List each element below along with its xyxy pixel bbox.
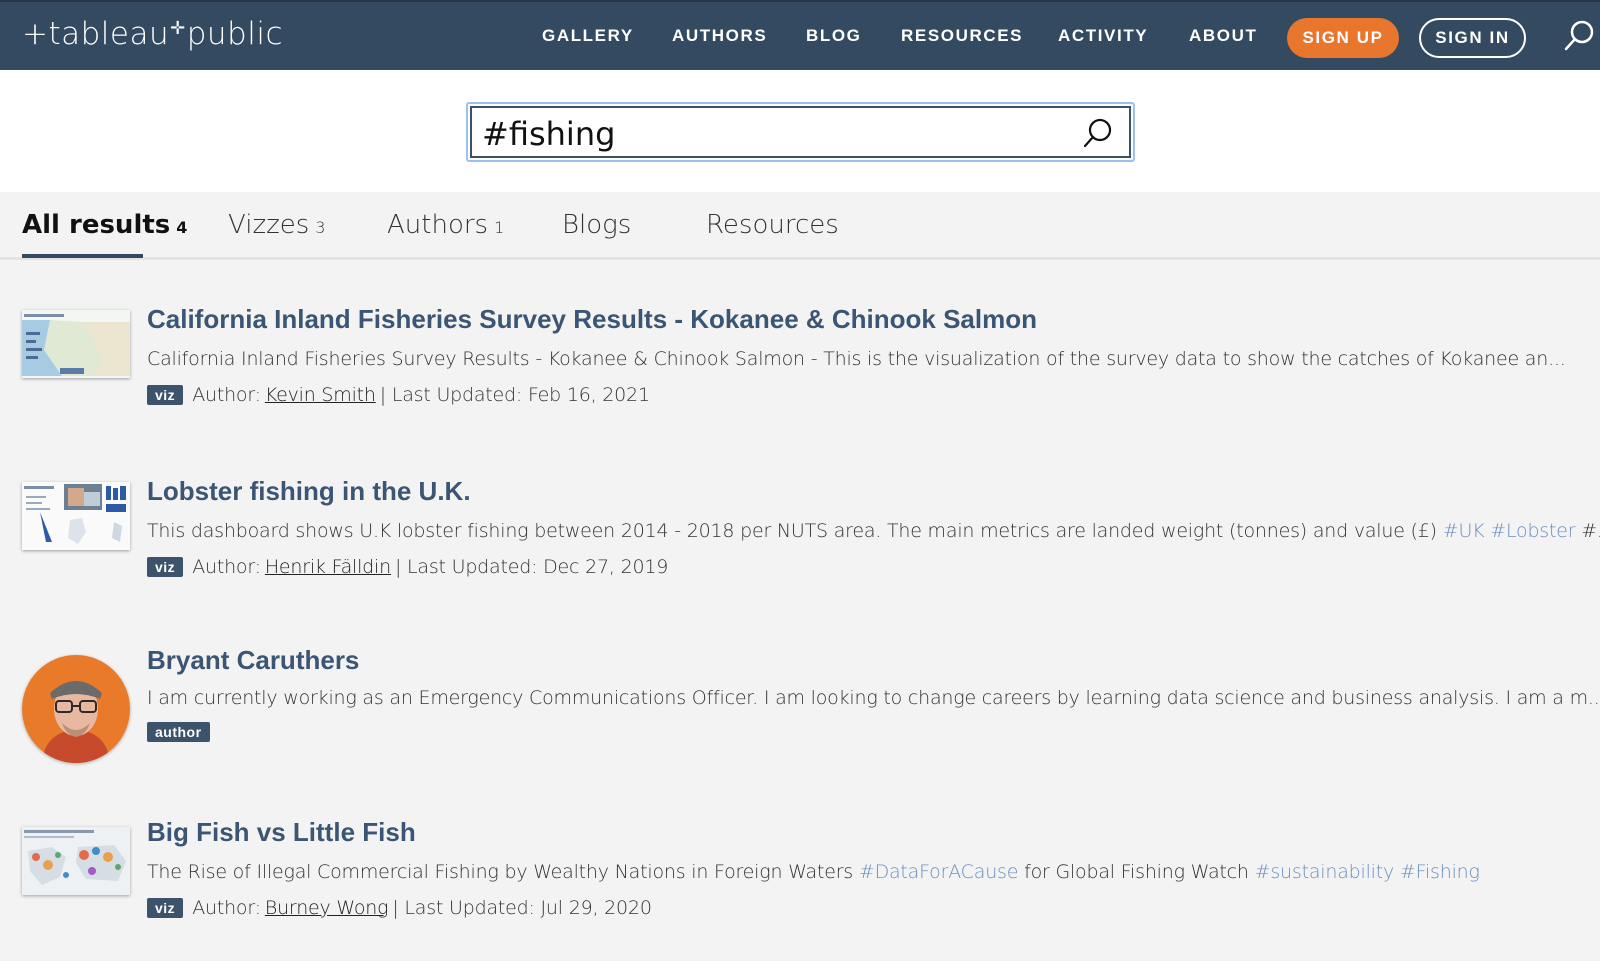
search-submit-icon[interactable] [1081, 116, 1115, 150]
nav-gallery[interactable]: GALLERY [542, 26, 634, 46]
author-prefix: Author: [192, 897, 261, 919]
tab-label: All results [22, 210, 171, 240]
author-prefix: Author: [192, 384, 261, 406]
viz-thumbnail[interactable] [22, 310, 130, 378]
tab-label: Vizzes [228, 210, 310, 240]
viz-thumbnail[interactable] [22, 827, 130, 895]
last-updated: | Last Updated: Jul 29, 2020 [392, 897, 652, 919]
search-input[interactable] [482, 114, 1042, 154]
hashtag-link[interactable]: #DataForACause [859, 861, 1019, 883]
tab-label: Resources [706, 210, 839, 240]
result-description: This dashboard shows U.K lobster fishing… [147, 520, 1600, 542]
result-meta: author [147, 722, 219, 742]
result-title-link[interactable]: Bryant Caruthers [147, 645, 359, 676]
viz-badge: viz [147, 557, 184, 577]
top-navigation-bar: +tableau ✛ public GALLERY AUTHORS BLOG R… [0, 0, 1600, 70]
tab-authors[interactable]: Authors 1 [387, 210, 504, 240]
logo-public-text: public [186, 16, 284, 52]
tab-count: 1 [494, 218, 505, 237]
search-section [0, 70, 1600, 192]
hashtag-link[interactable]: #sustainability [1255, 861, 1395, 883]
description-text: The Rise of Illegal Commercial Fishing b… [147, 861, 853, 883]
viz-badge: viz [147, 385, 184, 405]
viz-thumbnail[interactable] [22, 482, 130, 550]
tab-count: 3 [315, 218, 326, 237]
last-updated: | Last Updated: Dec 27, 2019 [394, 556, 669, 578]
result-description: The Rise of Illegal Commercial Fishing b… [147, 861, 1480, 883]
search-icon[interactable] [1562, 18, 1596, 54]
sign-up-button[interactable]: SIGN UP [1287, 18, 1399, 58]
result-meta: viz Author: Henrik Fälldin | Last Update… [147, 556, 668, 578]
nav-blog[interactable]: BLOG [806, 26, 862, 46]
tableau-public-logo[interactable]: +tableau ✛ public [22, 16, 283, 52]
author-link[interactable]: Henrik Fälldin [265, 556, 391, 578]
hashtag-link[interactable]: #Lobster [1490, 520, 1575, 542]
nav-activity[interactable]: ACTIVITY [1058, 26, 1148, 46]
results-tabs: All results 4 Vizzes 3 Authors 1 Blogs Reso… [0, 192, 1600, 260]
logo-tableau-text: +tableau [22, 16, 170, 52]
tab-label: Blogs [562, 210, 632, 240]
tab-vizzes[interactable]: Vizzes 3 [228, 210, 325, 240]
result-description: California Inland Fisheries Survey Resul… [147, 348, 1566, 370]
description-text: This dashboard shows U.K lobster fishing… [147, 520, 1437, 542]
result-meta: viz Author: Kevin Smith | Last Updated: … [147, 384, 650, 406]
author-link[interactable]: Kevin Smith [265, 384, 376, 406]
last-updated: | Last Updated: Feb 16, 2021 [379, 384, 650, 406]
nav-authors[interactable]: AUTHORS [672, 26, 767, 46]
nav-about[interactable]: ABOUT [1189, 26, 1257, 46]
tab-count: 4 [176, 218, 188, 237]
active-tab-indicator [22, 254, 143, 258]
viz-badge: viz [147, 898, 184, 918]
author-avatar[interactable] [22, 655, 130, 763]
result-description: I am currently working as an Emergency C… [147, 687, 1600, 709]
result-meta: viz Author: Burney Wong | Last Updated: … [147, 897, 652, 919]
tab-blogs[interactable]: Blogs [562, 210, 631, 240]
nav-resources[interactable]: RESOURCES [901, 26, 1023, 46]
result-title-link[interactable]: Lobster fishing in the U.K. [147, 476, 471, 507]
hashtag-link[interactable]: #UK [1443, 520, 1485, 542]
sign-in-button[interactable]: SIGN IN [1419, 18, 1526, 58]
description-text: for Global Fishing Watch [1024, 861, 1249, 883]
tab-label: Authors [387, 210, 489, 240]
description-ellipsis: #... [1581, 520, 1600, 542]
author-badge: author [147, 722, 210, 742]
result-title-link[interactable]: California Inland Fisheries Survey Resul… [147, 304, 1037, 335]
tab-all-results[interactable]: All results 4 [22, 210, 187, 240]
author-link[interactable]: Burney Wong [265, 897, 389, 919]
logo-plus-icon: ✛ [170, 17, 186, 39]
hashtag-link[interactable]: #Fishing [1400, 861, 1480, 883]
result-title-link[interactable]: Big Fish vs Little Fish [147, 817, 416, 848]
tab-resources[interactable]: Resources [706, 210, 839, 240]
search-box[interactable] [466, 102, 1135, 162]
author-prefix: Author: [192, 556, 261, 578]
